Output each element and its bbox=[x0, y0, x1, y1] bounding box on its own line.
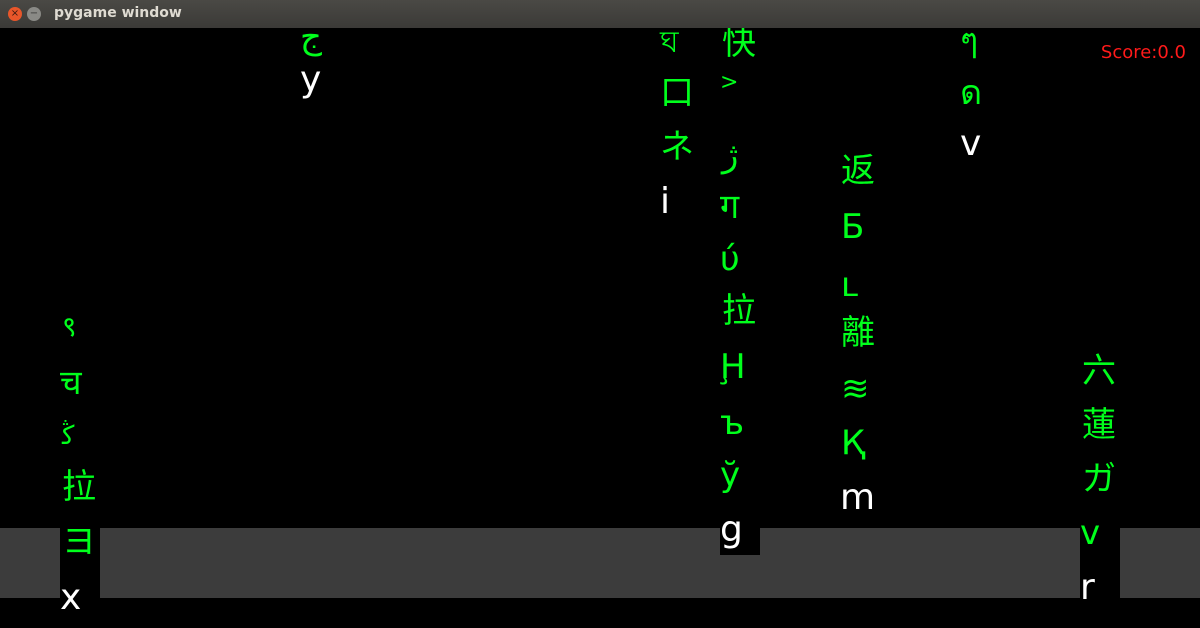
column-4-trail-char: > bbox=[720, 70, 739, 95]
column-5-trail-char: Б bbox=[841, 207, 865, 247]
column-1-trail-char: ヨ bbox=[62, 522, 96, 562]
column-5-head-char: m bbox=[840, 477, 876, 518]
column-5-trail-char: 離 bbox=[841, 313, 875, 353]
column-4-trail-char: Ḩ bbox=[720, 347, 746, 387]
column-2-head-char: y bbox=[300, 59, 322, 100]
column-1-trail-char: च bbox=[60, 363, 82, 403]
window-titlebar[interactable]: × − pygame window bbox=[0, 0, 1200, 29]
game-canvas[interactable]: ९ च ﯕ 拉 ヨ x ج y ঘ 口 ネ i 快 > ژ ग ύ 拉 Ḩ ъ … bbox=[0, 28, 1200, 628]
column-4-trail-char: ў bbox=[720, 455, 741, 495]
column-6-head-char: v bbox=[960, 123, 982, 164]
column-5-trail-char: ʟ bbox=[841, 265, 859, 305]
column-2-trail-char: ج bbox=[300, 28, 322, 57]
column-4-trail-char: ύ bbox=[720, 239, 740, 279]
column-1-trail-char: 拉 bbox=[62, 467, 96, 507]
column-7-trail-char: v bbox=[1080, 513, 1101, 553]
column-5-trail-char: 返 bbox=[841, 151, 875, 191]
column-4-trail-char: 快 bbox=[722, 28, 756, 63]
window-title: pygame window bbox=[54, 5, 182, 21]
column-1-trail-char: ﯕ bbox=[62, 421, 75, 451]
column-1-head-char: x bbox=[60, 577, 82, 618]
column-3-head-char: i bbox=[660, 181, 671, 222]
ground-band bbox=[0, 528, 1200, 598]
column-7-trail-char: 六 bbox=[1082, 351, 1116, 391]
minimize-icon[interactable]: − bbox=[27, 7, 41, 21]
column-5-trail-char: Қ bbox=[841, 423, 866, 463]
column-4-trail-char: ग bbox=[720, 187, 740, 227]
column-6-trail-char: ๆ bbox=[960, 28, 979, 61]
column-6-trail-char: ด bbox=[960, 73, 983, 113]
column-7-trail-char: ガ bbox=[1082, 459, 1116, 499]
column-4-head-char: g bbox=[720, 509, 743, 550]
score-display: Score:0.0 bbox=[1100, 42, 1186, 63]
close-icon[interactable]: × bbox=[8, 7, 22, 21]
column-4-trail-char: ژ bbox=[722, 135, 739, 175]
column-4-trail-char: 拉 bbox=[722, 291, 756, 331]
column-3-trail-char: 口 bbox=[660, 73, 694, 113]
column-7-head-char: r bbox=[1080, 567, 1095, 608]
column-3-trail-char: ঘ bbox=[660, 28, 679, 60]
column-3-trail-char: ネ bbox=[660, 127, 694, 167]
column-5-trail-char: ≋ bbox=[841, 369, 870, 409]
column-7-trail-char: 蓮 bbox=[1082, 405, 1116, 445]
column-1-trail-char: ९ bbox=[62, 310, 77, 343]
column-4-trail-char: ъ bbox=[720, 403, 745, 443]
